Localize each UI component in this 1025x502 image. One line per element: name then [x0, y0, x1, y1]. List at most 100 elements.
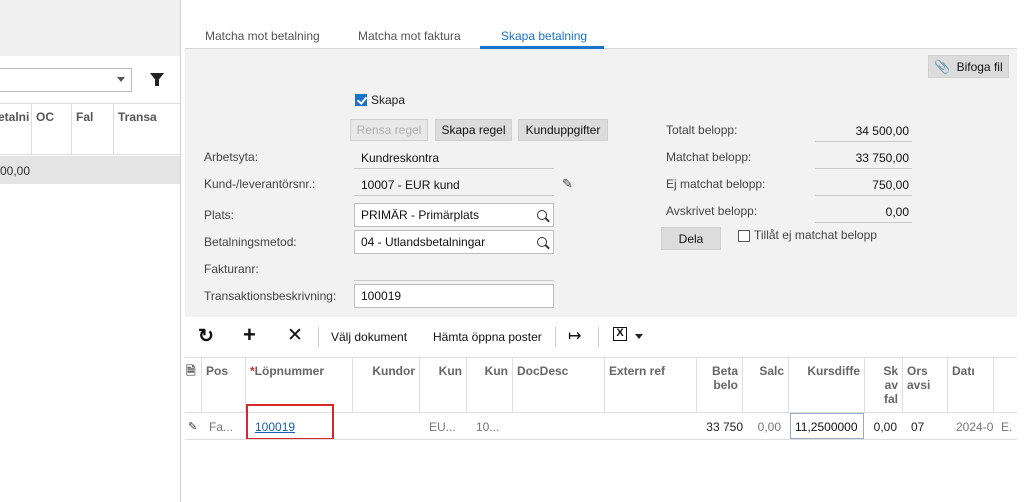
unmatched-amount-value: 750,00	[872, 178, 909, 192]
transaction-desc-value: 100019	[361, 289, 402, 303]
transaction-desc-label: Transaktionsbeskrivning:	[204, 289, 337, 303]
payment-method-input[interactable]: 04 - Utlandsbetalningar	[354, 230, 554, 254]
delete-icon[interactable]: ✕	[287, 324, 303, 347]
grid-header-pos[interactable]: Pos	[202, 358, 246, 413]
grid-header-kund1[interactable]: Kun	[420, 358, 467, 413]
divider	[354, 195, 554, 196]
left-col-header[interactable]: Transa	[114, 103, 180, 155]
toolbar-separator	[555, 327, 556, 347]
toolbar-separator	[318, 327, 319, 347]
transaction-desc-input[interactable]: 100019	[354, 284, 554, 308]
lopnummer-link[interactable]: 100019	[255, 413, 295, 439]
divider	[815, 195, 912, 196]
fetch-open-items-button[interactable]: Hämta öppna poster	[433, 330, 542, 344]
location-input[interactable]: PRIMÄR - Primärplats	[354, 203, 554, 227]
paperclip-icon: 📎	[934, 58, 951, 74]
divider	[354, 168, 554, 169]
grid-header-datum[interactable]: Datı	[948, 358, 994, 413]
edit-pencil-icon[interactable]: ✎	[562, 176, 573, 192]
chevron-down-icon[interactable]	[635, 334, 643, 339]
grid-cell-kund2[interactable]: 10...	[476, 413, 499, 439]
toolbar-separator	[598, 327, 599, 347]
left-pane: etalni OC Fal Transa 00,00	[0, 0, 181, 502]
tab-match-payment[interactable]: Matcha mot betalning	[205, 29, 320, 43]
left-filter-select[interactable]	[0, 68, 132, 92]
split-button[interactable]: Dela	[661, 227, 721, 250]
payment-method-value: 04 - Utlandsbetalningar	[361, 235, 486, 249]
allow-unmatched-checkbox[interactable]	[738, 230, 750, 242]
left-row-value: 00,00	[0, 164, 31, 178]
left-col-header[interactable]: etalni	[0, 103, 32, 155]
grid-border	[185, 439, 1017, 440]
grid-cell-sk[interactable]: 0,00	[865, 413, 897, 439]
header-line: fal	[883, 392, 898, 406]
allow-unmatched-label: Tillåt ej matchat belopp	[754, 228, 877, 242]
header-line: av	[884, 378, 898, 392]
location-value: PRIMÄR - Primärplats	[361, 208, 480, 222]
grid-header-skavfal[interactable]: Sk av fal	[865, 358, 903, 413]
invoice-no-field[interactable]	[354, 280, 554, 281]
filter-icon[interactable]	[150, 73, 164, 86]
grid-header-belopp[interactable]: Beta belo	[697, 358, 743, 413]
left-col-header[interactable]: OC	[32, 103, 72, 155]
grid-cell-kursdiff[interactable]: 11,2500000	[795, 413, 858, 439]
grid-header-label: Löpnummer	[254, 364, 325, 378]
create-checkbox[interactable]	[355, 94, 367, 106]
header-line: Sk	[883, 364, 898, 378]
divider	[815, 141, 912, 142]
grid-cell-orsak[interactable]: 07	[911, 413, 924, 439]
search-icon[interactable]	[537, 210, 547, 220]
customer-info-button[interactable]: Kunduppgifter	[518, 119, 608, 141]
payment-method-label: Betalningsmetod:	[204, 235, 297, 249]
attach-file-label: Bifoga fil	[956, 59, 1003, 74]
header-line: Ors	[907, 364, 928, 378]
grid-cell-kund1[interactable]: EU...	[429, 413, 456, 439]
reset-rule-button[interactable]: Rensa regel	[350, 119, 428, 141]
grid-cell-belopp[interactable]: 33 750	[697, 413, 743, 439]
written-off-value: 0,00	[885, 205, 909, 219]
document-icon: 🗎	[186, 364, 196, 378]
search-icon[interactable]	[537, 237, 547, 247]
grid-header-extra[interactable]	[994, 358, 1017, 413]
tab-match-invoice[interactable]: Matcha mot faktura	[358, 29, 461, 43]
written-off-label: Avskrivet belopp:	[666, 204, 758, 218]
grid-cell-pos[interactable]: Fa...	[209, 413, 233, 439]
grid-cell-extra[interactable]: E.	[1001, 413, 1012, 439]
location-label: Plats:	[204, 208, 235, 222]
attach-file-button[interactable]: 📎 Bifoga fil	[928, 55, 1009, 78]
workspace-value: Kundreskontra	[361, 151, 440, 165]
select-document-button[interactable]: Välj dokument	[331, 330, 407, 344]
grid-cell-saldo[interactable]: 0,00	[743, 413, 781, 439]
grid-notes-header[interactable]: 🗎	[185, 358, 202, 413]
create-rule-button[interactable]: Skapa regel	[435, 119, 512, 141]
matched-amount-value: 33 750,00	[855, 151, 909, 165]
grid-header-orsak[interactable]: Ors avsi	[903, 358, 948, 413]
excel-export-icon[interactable]: X	[613, 327, 627, 341]
edit-row-pencil-icon[interactable]: ✎	[188, 413, 197, 439]
add-icon[interactable]: +	[243, 322, 256, 348]
grid-cell-datum[interactable]: 2024-0	[956, 413, 993, 439]
left-pane-header	[0, 0, 180, 56]
workspace-label: Arbetsyta:	[204, 150, 259, 164]
customer-label: Kund-/leverantörsnr.:	[204, 177, 316, 191]
header-line: avsi	[907, 378, 931, 392]
total-amount-label: Totalt belopp:	[666, 123, 738, 137]
divider	[815, 222, 912, 223]
create-checkbox-label: Skapa	[371, 93, 406, 107]
invoice-no-label: Fakturanr:	[204, 262, 259, 276]
grid-header-kund2[interactable]: Kun	[467, 358, 513, 413]
grid-header-kundorder[interactable]: Kundor	[353, 358, 420, 413]
grid-header-docdesc[interactable]: DocDesc	[513, 358, 605, 413]
tab-create-payment[interactable]: Skapa betalning	[501, 29, 587, 43]
grid-header-extref[interactable]: Extern ref	[605, 358, 697, 413]
chevron-down-icon	[117, 77, 125, 82]
matched-amount-label: Matchat belopp:	[666, 150, 752, 164]
grid-header-kursdiff[interactable]: Kursdiffe	[789, 358, 865, 413]
refresh-icon[interactable]: ↻	[198, 325, 214, 348]
customer-value: 10007 - EUR kund	[361, 178, 460, 192]
header-line: Beta	[711, 364, 738, 378]
grid-header-saldo[interactable]: Salc	[743, 358, 789, 413]
left-table-row[interactable]: 00,00	[0, 156, 180, 184]
left-col-header[interactable]: Fal	[72, 103, 114, 155]
fit-columns-icon[interactable]: ↦	[568, 326, 581, 346]
